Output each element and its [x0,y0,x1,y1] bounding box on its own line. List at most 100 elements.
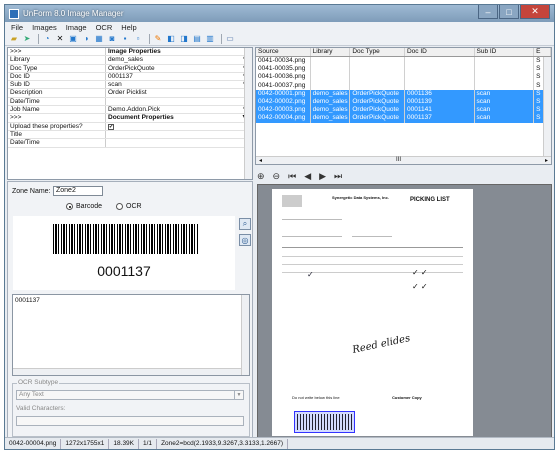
property-row[interactable]: Librarydemo_sales⚲ [8,56,252,65]
refresh-icon[interactable]: ◔ [42,34,52,44]
maximize-button[interactable]: □ [499,5,519,19]
zone-name-input[interactable]: Zone2 [53,186,103,196]
zone-list-icon[interactable]: ◨ [179,34,189,44]
property-row[interactable]: Doc TypeOrderPickQuote⚲ [8,64,252,73]
table-row[interactable]: 0042-00004.png demo_sales OrderPickQuote 00… [256,114,551,123]
property-value[interactable]: ✔ [106,123,252,130]
table-row[interactable]: 0041-00037.png S [256,81,551,90]
text-horizontal-scrollbar[interactable] [13,368,241,375]
zoom-out-icon[interactable]: ⊖ [273,171,281,182]
recognized-text-area[interactable]: 0001137 [12,294,250,376]
toolbar-separator [221,34,222,44]
property-row[interactable]: Date/Time [8,139,252,148]
ocr-icon[interactable]: ◑ [81,34,91,44]
column-header[interactable]: Sub ID [475,48,535,56]
zoom-icon[interactable]: ◙ [107,34,117,44]
next-page-icon[interactable]: ▶ [319,171,326,182]
delete-icon[interactable]: ✕ [55,34,65,44]
property-value[interactable]: OrderPickQuote⚲ [106,65,252,72]
table-row[interactable]: 0042-00001.png demo_sales OrderPickQuote 00… [256,89,551,98]
viewer-toolbar: ⊕ ⊖ ⏮ ◀ ▶ ⏭ [257,170,552,182]
property-key: >>> [8,114,106,122]
property-section-row[interactable]: >>> Image Properties [8,48,252,57]
property-value-text: 0001137 [108,72,133,80]
property-scrollbar[interactable] [244,48,252,179]
zone-icon[interactable]: ◧ [166,34,176,44]
property-key: Description [8,89,106,97]
property-rows: >>>Image PropertiesLibrarydemo_sales⚲Doc… [8,48,252,148]
valid-characters-input[interactable] [16,416,244,426]
scroll-right-icon[interactable]: ▸ [545,157,548,164]
chevron-down-icon[interactable]: ▼ [234,391,243,399]
property-row[interactable]: Title [8,130,252,140]
table-row[interactable]: 0042-00002.png demo_sales OrderPickQuote 00… [256,97,551,107]
save-icon[interactable]: ▣ [68,34,78,44]
property-value[interactable] [106,139,252,146]
property-value[interactable]: Image Properties [106,48,252,55]
property-section-row[interactable]: >>>Document Properties▼ [8,114,252,123]
property-value[interactable]: Order Picklist [106,89,252,96]
property-value[interactable] [106,131,252,138]
check-marks: ✓ ✓ [412,282,428,291]
zoom-in-icon[interactable]: ⌕ [239,218,251,230]
barcode-radio[interactable]: Barcode [66,203,102,210]
property-row[interactable]: Doc ID0001137⚲ [8,72,252,82]
barcode-radio-dot[interactable] [66,203,73,210]
minimize-button[interactable]: – [478,5,498,19]
pencil-icon[interactable]: ✎ [153,34,163,44]
table-row[interactable]: 0041-00034.png S [256,57,551,66]
prev-page-icon[interactable]: ◀ [304,171,311,182]
close-button[interactable]: ✕ [520,5,550,19]
table-row[interactable]: 0041-00036.png S [256,73,551,82]
upload-checkbox[interactable]: ✔ [108,123,114,130]
open-folder-icon[interactable]: ▰ [9,34,19,44]
settings-icon[interactable]: ▭ [225,34,235,44]
grid-icon[interactable]: ▪ [120,34,130,44]
back-icon[interactable]: ➤ [22,34,32,44]
window-icon[interactable]: ▫ [133,34,143,44]
menu-ocr[interactable]: OCR [96,23,113,32]
scroll-left-icon[interactable]: ◂ [259,157,262,164]
image-icon[interactable]: ▦ [94,34,104,44]
property-value[interactable]: Demo.Addon.Pick⚲ [106,106,252,113]
ocr-radio[interactable]: OCR [116,203,142,210]
column-header[interactable]: Doc Type [350,48,405,56]
column-header[interactable]: E [534,48,551,56]
menu-images[interactable]: Images [32,23,57,32]
property-value[interactable]: scan⚲ [106,81,252,88]
table-cell [405,57,475,66]
title-bar[interactable]: UnForm 8.0 Image Manager [5,5,554,22]
property-value[interactable]: 0001137⚲ [106,73,252,80]
document-viewer[interactable]: Synergetic Data Systems, Inc. PICKING LI… [257,184,552,439]
property-value[interactable]: Document Properties▼ [106,114,252,121]
scroll-thumb[interactable]: III [396,157,401,163]
property-row[interactable]: Description Order Picklist [8,89,252,98]
table-row[interactable]: 0041-00035.png S [256,65,551,74]
zoom-in-icon[interactable]: ⊕ [257,171,265,182]
selected-zone-rect[interactable] [294,411,355,433]
recognize-icon[interactable]: ◎ [239,234,251,246]
export-icon[interactable]: ▥ [205,34,215,44]
zone-edit-icon[interactable]: ▤ [192,34,202,44]
list-vertical-scrollbar[interactable] [543,57,551,156]
column-header[interactable]: Source [256,48,311,56]
menu-image[interactable]: Image [66,23,87,32]
property-row[interactable]: Sub IDscan⚲ [8,81,252,90]
menu-file[interactable]: File [11,23,23,32]
list-horizontal-scrollbar[interactable]: ◂ III ▸ [256,156,551,164]
property-row[interactable]: Job NameDemo.Addon.Pick⚲ [8,106,252,115]
first-page-icon[interactable]: ⏮ [288,171,296,182]
column-header[interactable]: Library [311,48,351,56]
ocr-subtype-select[interactable]: Any Text ▼ [16,390,244,400]
ocr-radio-dot[interactable] [116,203,123,210]
property-value[interactable]: demo_sales⚲ [106,56,252,63]
text-vertical-scrollbar[interactable] [241,295,249,375]
column-header[interactable]: Doc ID [405,48,475,56]
last-page-icon[interactable]: ⏭ [334,171,342,182]
property-row[interactable]: Upload these properties? ✔ [8,122,252,131]
menu-help[interactable]: Help [121,23,136,32]
property-row[interactable]: Date/Time [8,97,252,107]
property-value[interactable] [106,98,252,105]
table-row[interactable]: 0042-00003.png demo_sales OrderPickQuote 00… [256,106,551,115]
property-key: Library [8,56,106,64]
